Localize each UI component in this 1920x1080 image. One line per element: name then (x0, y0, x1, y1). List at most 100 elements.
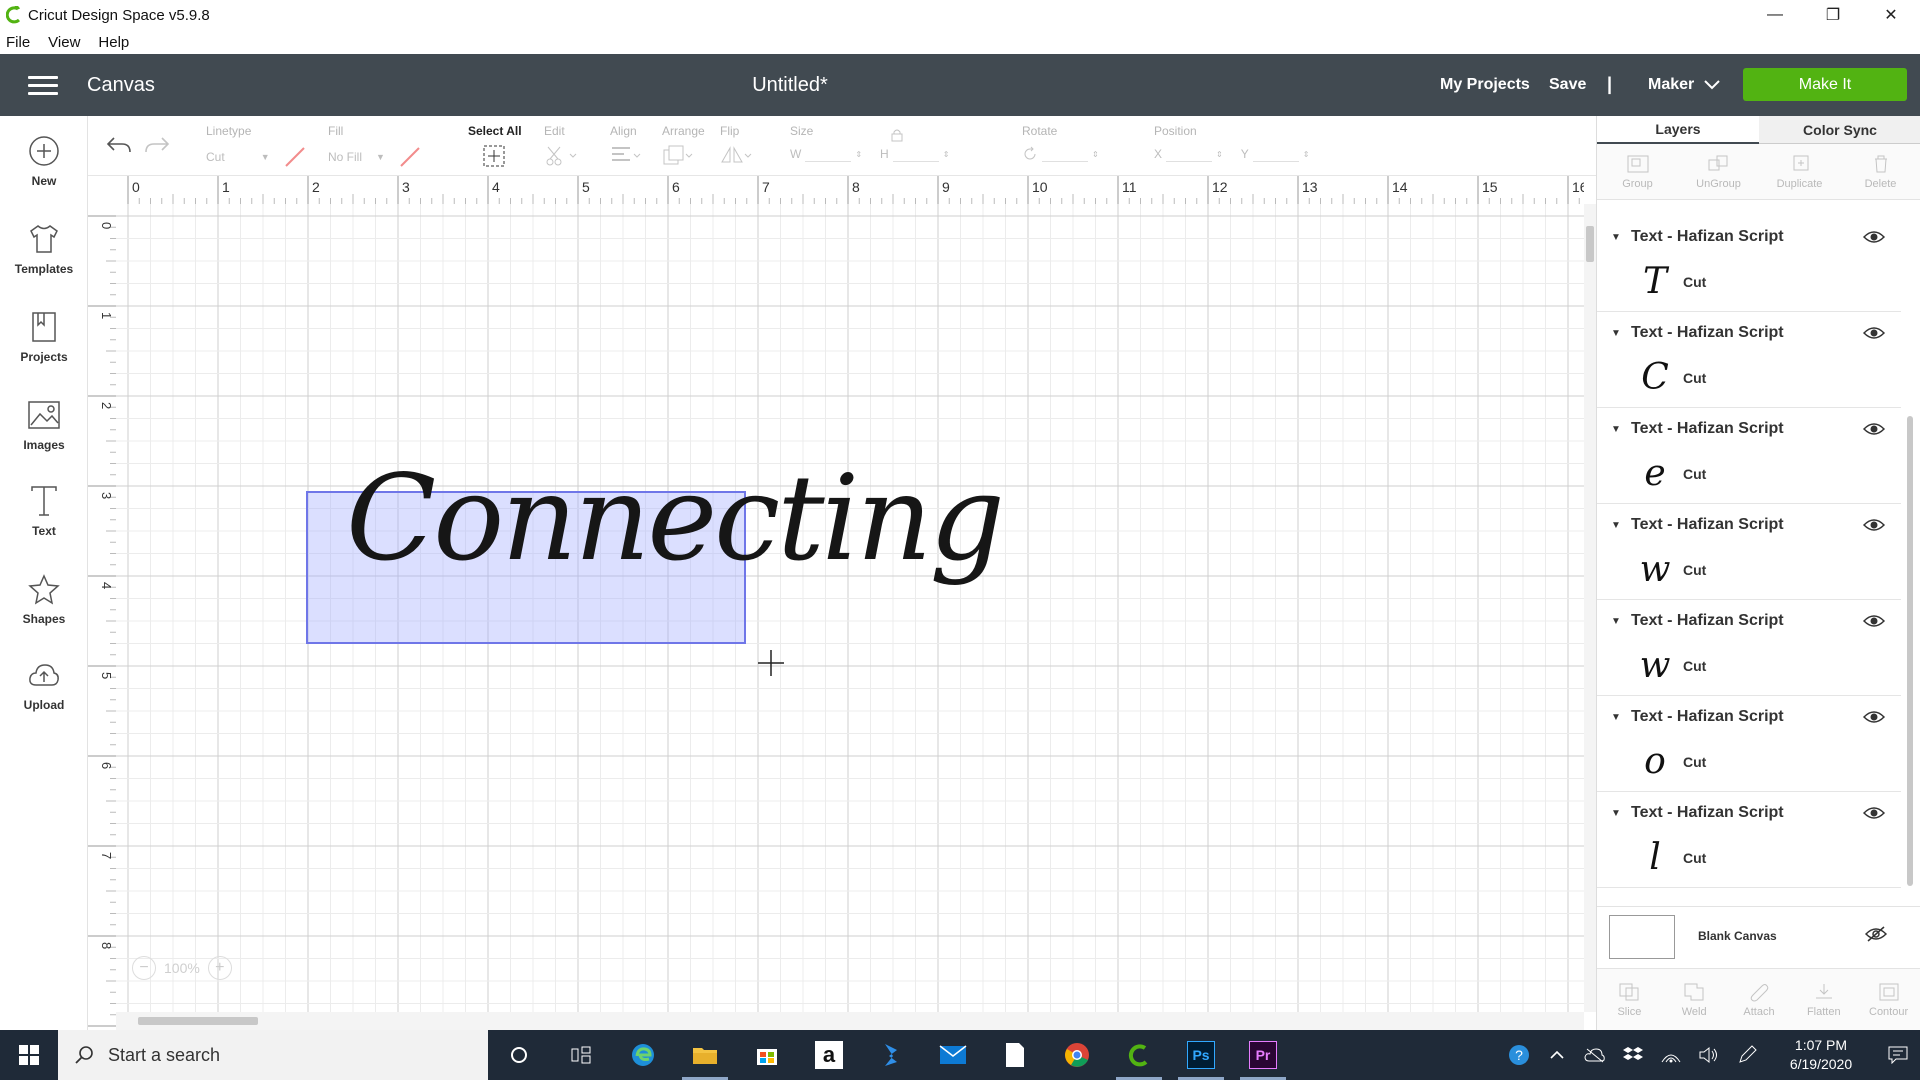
sidebar-item-upload[interactable]: Upload (0, 656, 88, 736)
layer-row[interactable]: ▼ Text - Hafizan Script l Cut (1597, 792, 1901, 888)
taskbar-search[interactable]: Start a search (58, 1030, 488, 1080)
canvas-color-swatch[interactable] (1609, 915, 1675, 959)
stepper-icon[interactable]: ⇕ (855, 150, 862, 159)
sidebar-item-shapes[interactable]: Shapes (0, 570, 88, 650)
eye-icon[interactable] (1863, 708, 1885, 726)
sidebar-item-projects[interactable]: Projects (0, 308, 88, 388)
cloud-off-icon[interactable] (1576, 1030, 1614, 1080)
chevron-up-icon[interactable] (1538, 1030, 1576, 1080)
sidebar-item-new[interactable]: New (0, 132, 88, 212)
group-button[interactable]: Group (1606, 154, 1670, 190)
contour-button[interactable]: Contour (1857, 982, 1920, 1018)
attach-button[interactable]: Attach (1727, 982, 1791, 1018)
align-icon[interactable] (610, 144, 644, 168)
mail-icon[interactable] (922, 1030, 984, 1080)
restore-button[interactable]: ❐ (1804, 0, 1862, 30)
rotate-input[interactable] (1042, 146, 1088, 162)
stepper-icon[interactable]: ⇕ (1092, 150, 1099, 159)
fill-color-icon[interactable] (399, 146, 421, 168)
caret-down-icon[interactable]: ▼ (1611, 616, 1621, 627)
eye-icon[interactable] (1863, 324, 1885, 342)
width-input[interactable] (805, 146, 852, 162)
flatten-button[interactable]: Flatten (1792, 982, 1856, 1018)
canvas-horizontal-scrollbar[interactable] (116, 1012, 1584, 1030)
taskbar-clock[interactable]: 1:07 PM 6/19/2020 (1766, 1036, 1876, 1074)
tab-layers[interactable]: Layers (1597, 116, 1759, 144)
store-icon[interactable] (736, 1030, 798, 1080)
menu-file[interactable]: File (6, 34, 30, 51)
caret-down-icon[interactable]: ▼ (1611, 712, 1621, 723)
notepad-icon[interactable] (984, 1030, 1046, 1080)
layer-row[interactable]: ▼ Text - Hafizan Script o Cut (1597, 696, 1901, 792)
select-all-group[interactable]: Select All (468, 124, 522, 173)
menu-view[interactable]: View (48, 34, 80, 51)
eye-icon[interactable] (1863, 228, 1885, 246)
fill-select[interactable]: No Fill ▼ (328, 146, 421, 168)
caret-down-icon[interactable]: ▼ (1611, 328, 1621, 339)
stepper-icon[interactable]: ⇕ (943, 150, 950, 159)
zoom-out-button[interactable]: − (132, 956, 156, 980)
caret-down-icon[interactable]: ▼ (1611, 520, 1621, 531)
caret-down-icon[interactable]: ▼ (1611, 232, 1621, 243)
minimize-button[interactable]: — (1746, 0, 1804, 30)
cortana-icon[interactable] (488, 1030, 550, 1080)
wifi-icon[interactable] (1652, 1030, 1690, 1080)
vscode-icon[interactable] (860, 1030, 922, 1080)
eye-icon[interactable] (1863, 516, 1885, 534)
lock-icon[interactable] (891, 128, 903, 142)
file-explorer-icon[interactable] (674, 1030, 736, 1080)
sidebar-item-images[interactable]: Images (0, 396, 88, 476)
layer-row[interactable]: ▼ Text - Hafizan Script T Cut (1597, 216, 1901, 312)
y-input[interactable] (1252, 146, 1299, 162)
layers-scrollbar[interactable] (1903, 216, 1917, 906)
scroll-thumb[interactable] (1907, 416, 1913, 886)
arrange-icon[interactable] (662, 144, 696, 168)
layer-row[interactable]: ▼ Text - Hafizan Script e Cut (1597, 408, 1901, 504)
chrome-icon[interactable] (1046, 1030, 1108, 1080)
scissors-icon[interactable] (544, 144, 578, 168)
eye-icon[interactable] (1863, 420, 1885, 438)
height-input[interactable] (892, 146, 939, 162)
close-button[interactable]: ✕ (1862, 0, 1920, 30)
hamburger-menu-icon[interactable] (28, 76, 58, 96)
dropbox-icon[interactable] (1614, 1030, 1652, 1080)
menu-help[interactable]: Help (98, 34, 129, 51)
task-view-icon[interactable] (550, 1030, 612, 1080)
eye-off-icon[interactable] (1865, 925, 1887, 943)
design-canvas[interactable]: Connecting − 100% + (116, 204, 1584, 1012)
eye-icon[interactable] (1863, 804, 1885, 822)
sidebar-item-text[interactable]: Text (0, 482, 88, 562)
stepper-icon[interactable]: ⇕ (1303, 150, 1310, 159)
ungroup-button[interactable]: UnGroup (1687, 154, 1751, 190)
slice-button[interactable]: Slice (1597, 982, 1661, 1018)
layer-row[interactable]: ▼ Text - Hafizan Script C Cut (1597, 312, 1901, 408)
caret-down-icon[interactable]: ▼ (1611, 424, 1621, 435)
pen-icon[interactable] (1728, 1030, 1766, 1080)
eye-icon[interactable] (1863, 612, 1885, 630)
delete-button[interactable]: Delete (1849, 154, 1913, 190)
stepper-icon[interactable]: ⇕ (1216, 150, 1223, 159)
zoom-in-button[interactable]: + (207, 956, 232, 980)
scroll-thumb[interactable] (1586, 226, 1594, 262)
help-icon[interactable]: ? (1500, 1030, 1538, 1080)
duplicate-button[interactable]: Duplicate (1768, 154, 1832, 190)
canvas-vertical-scrollbar[interactable] (1584, 204, 1596, 1012)
sidebar-item-templates[interactable]: Templates (0, 220, 88, 300)
scroll-thumb[interactable] (138, 1017, 258, 1025)
design-text[interactable]: Connecting (346, 449, 1005, 587)
start-button[interactable] (0, 1030, 58, 1080)
caret-down-icon[interactable]: ▼ (1611, 808, 1621, 819)
layer-row[interactable]: ▼ Text - Hafizan Script w Cut (1597, 504, 1901, 600)
photoshop-icon[interactable]: Ps (1170, 1030, 1232, 1080)
linetype-color-icon[interactable] (284, 146, 306, 168)
tab-color-sync[interactable]: Color Sync (1759, 116, 1920, 144)
make-it-button[interactable]: Make It (1743, 68, 1907, 101)
flip-icon[interactable] (720, 144, 754, 168)
linetype-select[interactable]: Cut ▼ (206, 146, 306, 168)
redo-icon[interactable] (144, 136, 170, 156)
undo-icon[interactable] (106, 136, 132, 156)
notification-icon[interactable] (1876, 1030, 1920, 1080)
my-projects-link[interactable]: My Projects (1440, 76, 1530, 94)
machine-selector[interactable]: Maker (1648, 76, 1720, 94)
edge-icon[interactable] (612, 1030, 674, 1080)
